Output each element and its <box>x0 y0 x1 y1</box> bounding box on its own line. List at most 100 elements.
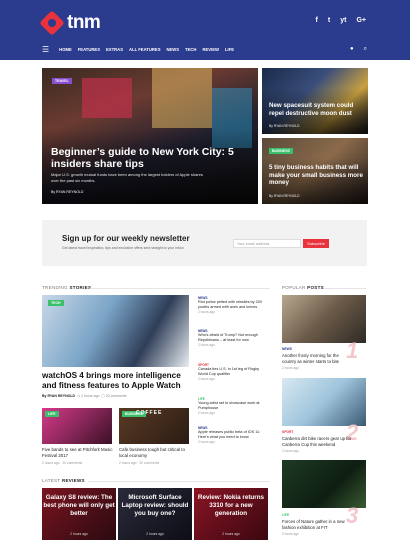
youtube-icon[interactable]: yt <box>340 17 346 24</box>
search-icon[interactable]: ⌕ <box>364 46 367 53</box>
trending-main-image[interactable]: TECH <box>42 295 189 367</box>
review-card[interactable]: Microsoft Surface Laptop review: should … <box>118 488 192 540</box>
list-item-meta: 2 hours ago <box>198 411 215 415</box>
hero-main-article[interactable]: TRAVEL Beginner’s guide to New York City… <box>42 68 258 204</box>
hero-image-detail <box>82 78 132 118</box>
category-tag[interactable]: TECH <box>48 300 64 306</box>
hero-image-detail <box>152 68 212 128</box>
menu-icon[interactable]: ☰ <box>42 45 49 54</box>
list-item-meta: 2 hours ago <box>198 377 215 381</box>
list-item-title[interactable]: Canada ties U.S. in 1st leg of Rugby Wor… <box>198 367 270 377</box>
section-label-bold: REVIEWS <box>61 478 85 483</box>
review-title[interactable]: Galaxy S8 review: The best phone will on… <box>42 494 116 518</box>
trending-small-meta: 2 hours ago · 20 comments <box>42 461 83 465</box>
list-item-title[interactable]: Apple releases public beta of iOS 11: He… <box>198 430 270 440</box>
popular-image[interactable] <box>282 460 366 508</box>
list-item[interactable]: NEWS Apple releases public beta of iOS 1… <box>198 426 270 444</box>
site-header: tnm f t yt G+ ☰ HOME FEATURES EXTRAS ALL… <box>0 0 410 60</box>
nav-item-life[interactable]: LIFE <box>225 47 234 52</box>
category-tag[interactable]: BUSINESS <box>269 148 293 154</box>
popular-image[interactable] <box>282 378 366 426</box>
list-item-meta: 2 hours ago <box>198 343 215 347</box>
site-logo[interactable]: tnm <box>39 10 101 36</box>
social-links: f t yt G+ <box>316 17 366 24</box>
popular-title[interactable]: Canberra dirt bike racers gear up for Ca… <box>282 436 354 447</box>
hero-side-title[interactable]: New spacesuit system could repel destruc… <box>269 102 365 117</box>
hero-side-article[interactable]: BUSINESS 5 tiny business habits that wil… <box>262 138 368 204</box>
category-tag[interactable]: TRAVEL <box>52 78 72 84</box>
list-item[interactable]: LIFE Young artist set to showcase work a… <box>198 397 270 415</box>
nav-item-review[interactable]: REVIEW <box>202 47 219 52</box>
review-card[interactable]: Review: Nokia returns 3310 for a new gen… <box>194 488 268 540</box>
popular-category[interactable]: NEWS <box>282 347 292 351</box>
hero-grid: TRAVEL Beginner’s guide to New York City… <box>42 68 368 204</box>
logo-text: tnm <box>67 12 101 33</box>
list-item-title[interactable]: Riot police pelted with missiles by 200 … <box>198 300 270 310</box>
nav-item-news[interactable]: NEWS <box>166 47 179 52</box>
twitter-icon[interactable]: t <box>328 17 330 24</box>
nav-item-extras[interactable]: EXTRAS <box>106 47 123 52</box>
popular-meta: 2 hours ago <box>282 449 299 453</box>
review-title[interactable]: Microsoft Surface Laptop review: should … <box>118 494 192 518</box>
section-label-bold: POSTS <box>307 285 324 290</box>
facebook-icon[interactable]: f <box>316 17 318 24</box>
reviews-label: LATEST REVIEWS <box>42 478 85 483</box>
popular-meta: 2 hours ago <box>282 366 299 370</box>
list-item[interactable]: NEWS Riot police pelted with missiles by… <box>198 296 270 314</box>
author[interactable]: By RYAN REYNOLD <box>42 394 75 398</box>
newsletter-title: Sign up for our weekly newsletter <box>62 234 190 243</box>
nav-item-home[interactable]: HOME <box>59 47 72 52</box>
trending-main-title[interactable]: watchOS 4 brings more intelligence and f… <box>42 371 192 390</box>
nav-item-features[interactable]: FEATURES <box>78 47 100 52</box>
list-item-title[interactable]: Who's afraid of Trump? Not enough Republ… <box>198 333 270 343</box>
popular-category[interactable]: LIFE <box>282 513 289 517</box>
date: 2 hours ago <box>80 394 100 398</box>
popular-image[interactable] <box>282 295 366 343</box>
trending-main-meta: By RYAN REYNOLD ◷ 2 hours ago ▢ 20 comme… <box>42 394 127 398</box>
review-meta: 2 hours ago <box>70 532 88 536</box>
list-item-title[interactable]: Young artist set to showcase work at Pum… <box>198 401 270 411</box>
list-item[interactable]: SPORT Canada ties U.S. in 1st leg of Rug… <box>198 363 270 381</box>
hero-excerpt: Major U.S. growth mutual funds have been… <box>51 172 203 183</box>
hero-side-article[interactable]: New spacesuit system could repel destruc… <box>262 68 368 134</box>
section-label-prefix: LATEST <box>42 478 61 483</box>
trending-label: TRENDING STORIES <box>42 285 91 290</box>
popular-title[interactable]: Forces of Nature gather in a new fashion… <box>282 519 354 530</box>
nav-item-all-features[interactable]: ALL FEATURES <box>129 47 160 52</box>
review-meta: 2 hours ago <box>222 532 240 536</box>
image-overlay-text: COFFEE <box>136 410 163 416</box>
section-divider <box>88 481 270 482</box>
newsletter-subtitle: Get latest travel inspiration, tips and … <box>62 246 184 250</box>
trending-small-title[interactable]: Cafe business tough but critical to loca… <box>119 447 191 459</box>
hero-side-title[interactable]: 5 tiny business habits that will make yo… <box>269 164 365 187</box>
review-meta: 2 hours ago <box>146 532 164 536</box>
newsletter-box: Sign up for our weekly newsletter Get la… <box>42 220 367 266</box>
trending-small-image[interactable]: LIFE <box>42 408 112 444</box>
popular-title[interactable]: Another frosty morning for the country a… <box>282 353 354 364</box>
trending-small-meta: 2 hours ago · 20 comments <box>119 461 160 465</box>
comments-count[interactable]: 20 comments <box>106 394 127 398</box>
email-field[interactable]: Your email address <box>233 239 301 248</box>
section-label-bold: STORIES <box>69 285 92 290</box>
hero-byline: By RYAN REYNOLD <box>51 190 84 194</box>
category-tag[interactable]: LIFE <box>45 411 59 417</box>
trending-small-image[interactable]: BUSINESS COFFEE <box>119 408 189 444</box>
nav-tools: ● ⌕ <box>350 46 367 53</box>
subscribe-button[interactable]: Subscribe <box>303 239 329 248</box>
section-divider <box>324 288 366 289</box>
user-icon[interactable]: ● <box>350 46 354 53</box>
section-label-prefix: TRENDING <box>42 285 68 290</box>
logo-mark-icon <box>39 10 65 36</box>
main-nav: ☰ HOME FEATURES EXTRAS ALL FEATURES NEWS… <box>42 41 367 57</box>
review-card[interactable]: Galaxy S8 review: The best phone will on… <box>42 488 116 540</box>
trending-small-title[interactable]: Five bands to see at Pitchfork Music Fes… <box>42 447 114 459</box>
hero-title[interactable]: Beginner’s guide to New York City: 5 ins… <box>51 146 251 170</box>
list-item-meta: 2 hours ago <box>198 440 215 444</box>
popular-category[interactable]: SPORT <box>282 430 293 434</box>
google-plus-icon[interactable]: G+ <box>356 17 366 24</box>
hero-side-byline: By RYAN REYNOLD <box>269 194 300 198</box>
nav-item-tech[interactable]: TECH <box>185 47 196 52</box>
list-item[interactable]: NEWS Who's afraid of Trump? Not enough R… <box>198 329 270 347</box>
review-title[interactable]: Review: Nokia returns 3310 for a new gen… <box>194 494 268 518</box>
section-label-prefix: POPULAR <box>282 285 306 290</box>
